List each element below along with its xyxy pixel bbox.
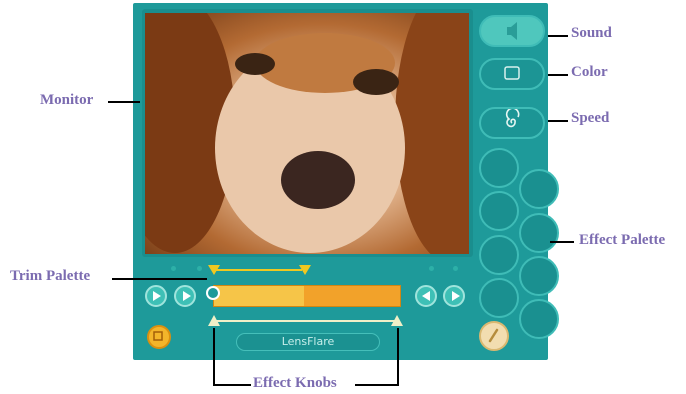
leader-line — [108, 101, 140, 103]
effect-slot[interactable] — [479, 278, 519, 318]
step-back-button[interactable] — [415, 285, 437, 307]
leader-line — [213, 384, 251, 386]
callout-color: Color — [571, 64, 608, 80]
leader-line — [548, 35, 568, 37]
trim-range-line — [216, 269, 302, 271]
indicator-dot — [429, 266, 434, 271]
leader-line — [213, 328, 215, 385]
play-selection-button[interactable] — [174, 285, 196, 307]
indicator-dot — [453, 266, 458, 271]
square-icon — [504, 66, 520, 80]
sound-button[interactable] — [479, 15, 545, 47]
play-button[interactable] — [145, 285, 167, 307]
effect-slot[interactable] — [479, 148, 519, 188]
callout-speed: Speed — [571, 110, 610, 126]
speaker-icon — [507, 22, 517, 40]
color-button[interactable] — [479, 58, 545, 90]
step-back-icon — [422, 291, 430, 301]
effect-slot[interactable] — [479, 235, 519, 275]
step-forward-icon — [452, 291, 460, 301]
callout-effect-palette: Effect Palette — [579, 232, 666, 248]
effect-slot[interactable] — [519, 256, 559, 296]
leader-line — [355, 384, 399, 386]
play-selection-icon — [183, 291, 191, 301]
effect-slot[interactable] — [479, 191, 519, 231]
leader-line — [397, 328, 399, 385]
leader-line — [550, 241, 574, 243]
effects-panel: LensFlare — [133, 3, 559, 360]
timeline[interactable] — [213, 285, 401, 307]
indicator-dot — [171, 266, 176, 271]
dog-nose — [281, 151, 355, 209]
apply-effect-icon — [488, 328, 499, 343]
effect-range-line — [216, 320, 396, 322]
effect-slot[interactable] — [519, 299, 559, 339]
spiral-icon — [505, 107, 520, 128]
leader-line — [548, 120, 568, 122]
play-icon — [153, 291, 161, 301]
apply-effect-button[interactable] — [479, 321, 509, 351]
effect-name-field: LensFlare — [236, 333, 380, 351]
indicator-dot — [197, 266, 202, 271]
timeline-selection — [214, 286, 304, 306]
leader-line — [548, 74, 568, 76]
effect-slot[interactable] — [519, 213, 559, 253]
undo-icon — [153, 331, 163, 341]
step-forward-button[interactable] — [443, 285, 465, 307]
undo-button[interactable] — [147, 325, 171, 349]
effect-end-knob[interactable] — [391, 315, 403, 326]
dog-ear-right — [395, 13, 469, 254]
leader-line — [112, 278, 207, 280]
speed-button[interactable] — [479, 107, 545, 139]
dog-eye-right — [353, 69, 399, 95]
trim-end-handle[interactable] — [299, 265, 311, 275]
callout-effect-knobs: Effect Knobs — [253, 375, 337, 391]
effect-slot[interactable] — [519, 169, 559, 209]
callout-monitor: Monitor — [40, 92, 94, 108]
playhead[interactable] — [206, 286, 220, 300]
dog-eye-left — [235, 53, 275, 75]
callout-sound: Sound — [571, 25, 612, 41]
callout-trim-palette: Trim Palette — [10, 268, 91, 284]
monitor-preview — [145, 13, 469, 254]
